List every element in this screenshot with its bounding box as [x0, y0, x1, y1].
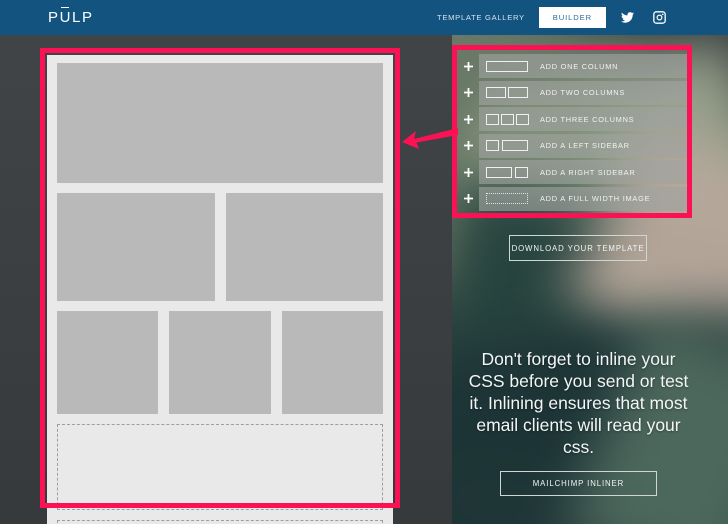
three-columns-icon: [486, 113, 532, 125]
canvas-block[interactable]: [57, 63, 383, 183]
one-column-icon: [486, 60, 532, 72]
app-root: PULP TEMPLATE GALLERY BUILDER ADD ONE CO…: [0, 0, 728, 524]
twitter-icon[interactable]: [616, 7, 638, 29]
canvas-row-two-columns[interactable]: [57, 193, 383, 301]
plus-icon[interactable]: [457, 167, 479, 177]
canvas-row-three-columns[interactable]: [57, 311, 383, 414]
tool-label: ADD A FULL WIDTH IMAGE: [540, 194, 651, 203]
right-sidebar-icon: [486, 166, 532, 178]
tool-label: ADD THREE COLUMNS: [540, 114, 635, 124]
plus-icon[interactable]: [457, 114, 479, 124]
nav-right-group: TEMPLATE GALLERY BUILDER: [427, 7, 670, 29]
logo-text: PULP: [48, 9, 94, 26]
plus-icon[interactable]: [457, 141, 479, 150]
tool-label: ADD A RIGHT SIDEBAR: [540, 167, 636, 177]
tool-add-three-columns[interactable]: ADD THREE COLUMNS: [457, 107, 687, 131]
app-logo[interactable]: PULP: [48, 7, 94, 26]
tool-add-one-column[interactable]: ADD ONE COLUMN: [457, 54, 687, 78]
tool-add-two-columns[interactable]: ADD TWO COLUMNS: [457, 80, 687, 105]
top-navigation-bar: PULP TEMPLATE GALLERY BUILDER: [0, 0, 728, 35]
tool-label: ADD TWO COLUMNS: [540, 88, 626, 97]
tool-add-full-width-image[interactable]: ADD A FULL WIDTH IMAGE: [457, 186, 687, 211]
full-width-image-icon: [486, 193, 532, 205]
plus-icon[interactable]: [457, 194, 479, 203]
tool-add-left-sidebar[interactable]: ADD A LEFT SIDEBAR: [457, 133, 687, 158]
tool-label: ADD ONE COLUMN: [540, 61, 619, 71]
plus-icon[interactable]: [457, 61, 479, 71]
canvas-dropzone[interactable]: [57, 424, 383, 510]
canvas-block[interactable]: [57, 193, 215, 301]
canvas-block[interactable]: [57, 311, 159, 414]
nav-link-template-gallery[interactable]: TEMPLATE GALLERY: [427, 13, 535, 22]
mailchimp-inliner-button[interactable]: MAILCHIMP INLINER: [500, 471, 657, 496]
email-template-canvas[interactable]: [47, 55, 393, 524]
tool-add-right-sidebar[interactable]: ADD A RIGHT SIDEBAR: [457, 160, 687, 184]
pointer-arrow-icon: [400, 122, 460, 158]
layout-tools-panel: ADD ONE COLUMN ADD TWO COLUMNS ADD THREE…: [457, 50, 687, 213]
nav-button-builder[interactable]: BUILDER: [538, 7, 606, 28]
logo-macron: [61, 7, 69, 8]
two-columns-icon: [486, 87, 532, 99]
canvas-block[interactable]: [225, 193, 383, 301]
plus-icon[interactable]: [457, 88, 479, 97]
canvas-block[interactable]: [281, 311, 383, 414]
instagram-icon[interactable]: [648, 7, 670, 29]
left-sidebar-icon: [486, 140, 532, 152]
tool-label: ADD A LEFT SIDEBAR: [540, 141, 630, 150]
canvas-block[interactable]: [169, 311, 271, 414]
canvas-dropzone[interactable]: [57, 520, 383, 524]
download-template-button[interactable]: DOWNLOAD YOUR TEMPLATE: [509, 235, 647, 261]
inline-css-reminder-text: Don't forget to inline your CSS before y…: [468, 349, 689, 457]
canvas-row-one-column[interactable]: [57, 63, 383, 183]
